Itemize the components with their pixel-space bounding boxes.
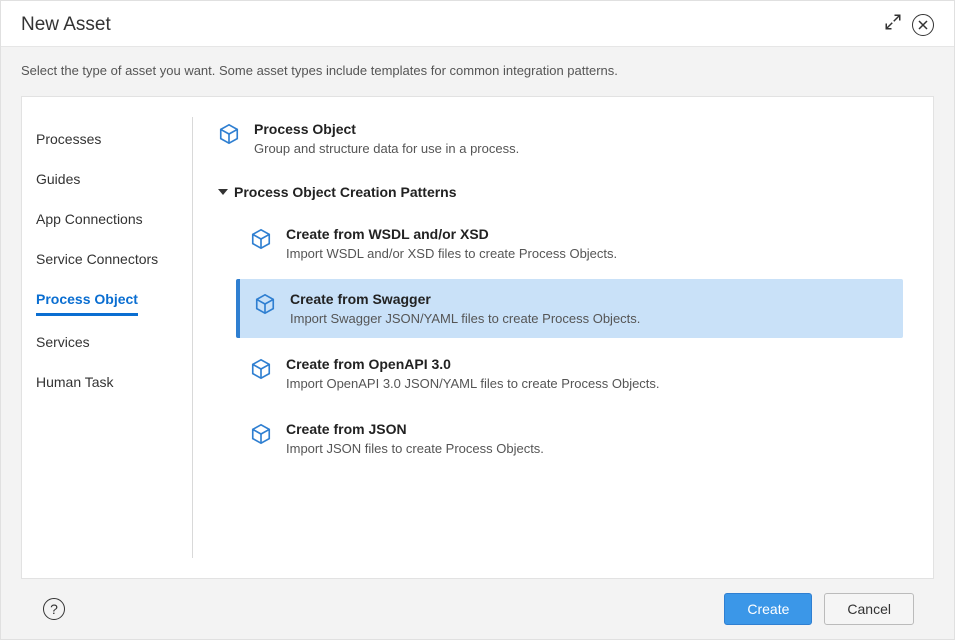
pattern-swagger[interactable]: Create from Swagger Import Swagger JSON/… (236, 279, 903, 338)
cube-icon (218, 123, 240, 156)
sidebar-item-service-connectors[interactable]: Service Connectors (36, 239, 158, 279)
dialog-body-wrap: Processes Guides App Connections Service… (1, 96, 954, 639)
pattern-desc: Import JSON files to create Process Obje… (286, 441, 544, 456)
cube-icon (250, 358, 272, 391)
cube-icon (250, 423, 272, 456)
sidebar-item-process-object[interactable]: Process Object (36, 279, 138, 316)
dialog-footer: ? Create Cancel (21, 579, 934, 639)
footer-buttons: Create Cancel (724, 593, 914, 625)
pattern-text: Create from WSDL and/or XSD Import WSDL … (286, 226, 617, 261)
pattern-wsdl-xsd[interactable]: Create from WSDL and/or XSD Import WSDL … (240, 214, 903, 273)
header-controls (884, 13, 934, 36)
pattern-desc: Import Swagger JSON/YAML files to create… (290, 311, 640, 326)
new-asset-dialog: New Asset Select the type of asset you w… (0, 0, 955, 640)
sidebar-item-services[interactable]: Services (36, 322, 90, 362)
pattern-list: Create from WSDL and/or XSD Import WSDL … (218, 214, 903, 468)
pattern-openapi[interactable]: Create from OpenAPI 3.0 Import OpenAPI 3… (240, 344, 903, 403)
pattern-text: Create from JSON Import JSON files to cr… (286, 421, 544, 456)
dialog-header: New Asset (1, 1, 954, 47)
sidebar-item-guides[interactable]: Guides (36, 159, 80, 199)
pattern-text: Create from OpenAPI 3.0 Import OpenAPI 3… (286, 356, 660, 391)
sidebar-item-processes[interactable]: Processes (36, 119, 101, 159)
cube-icon (250, 228, 272, 261)
asset-type-header: Process Object Group and structure data … (218, 117, 903, 172)
asset-type-text: Process Object Group and structure data … (254, 121, 519, 156)
patterns-section-label: Process Object Creation Patterns (234, 184, 457, 200)
sidebar-item-app-connections[interactable]: App Connections (36, 199, 143, 239)
patterns-section-header[interactable]: Process Object Creation Patterns (218, 184, 903, 200)
dialog-body: Processes Guides App Connections Service… (21, 96, 934, 579)
pattern-title: Create from WSDL and/or XSD (286, 226, 617, 242)
cancel-button[interactable]: Cancel (824, 593, 914, 625)
sidebar: Processes Guides App Connections Service… (22, 97, 192, 578)
expand-icon[interactable] (884, 13, 902, 36)
dialog-subheader: Select the type of asset you want. Some … (1, 47, 954, 96)
pattern-text: Create from Swagger Import Swagger JSON/… (290, 291, 640, 326)
create-button[interactable]: Create (724, 593, 812, 625)
close-icon[interactable] (912, 14, 934, 36)
main-panel: Process Object Group and structure data … (193, 97, 933, 578)
cube-icon (254, 293, 276, 326)
dialog-title: New Asset (21, 14, 111, 36)
pattern-desc: Import OpenAPI 3.0 JSON/YAML files to cr… (286, 376, 660, 391)
sidebar-item-human-task[interactable]: Human Task (36, 362, 114, 402)
pattern-json[interactable]: Create from JSON Import JSON files to cr… (240, 409, 903, 468)
pattern-title: Create from Swagger (290, 291, 640, 307)
help-icon[interactable]: ? (43, 598, 65, 620)
caret-down-icon (218, 189, 228, 195)
pattern-title: Create from JSON (286, 421, 544, 437)
asset-type-desc: Group and structure data for use in a pr… (254, 141, 519, 156)
asset-type-title: Process Object (254, 121, 519, 137)
pattern-desc: Import WSDL and/or XSD files to create P… (286, 246, 617, 261)
pattern-title: Create from OpenAPI 3.0 (286, 356, 660, 372)
